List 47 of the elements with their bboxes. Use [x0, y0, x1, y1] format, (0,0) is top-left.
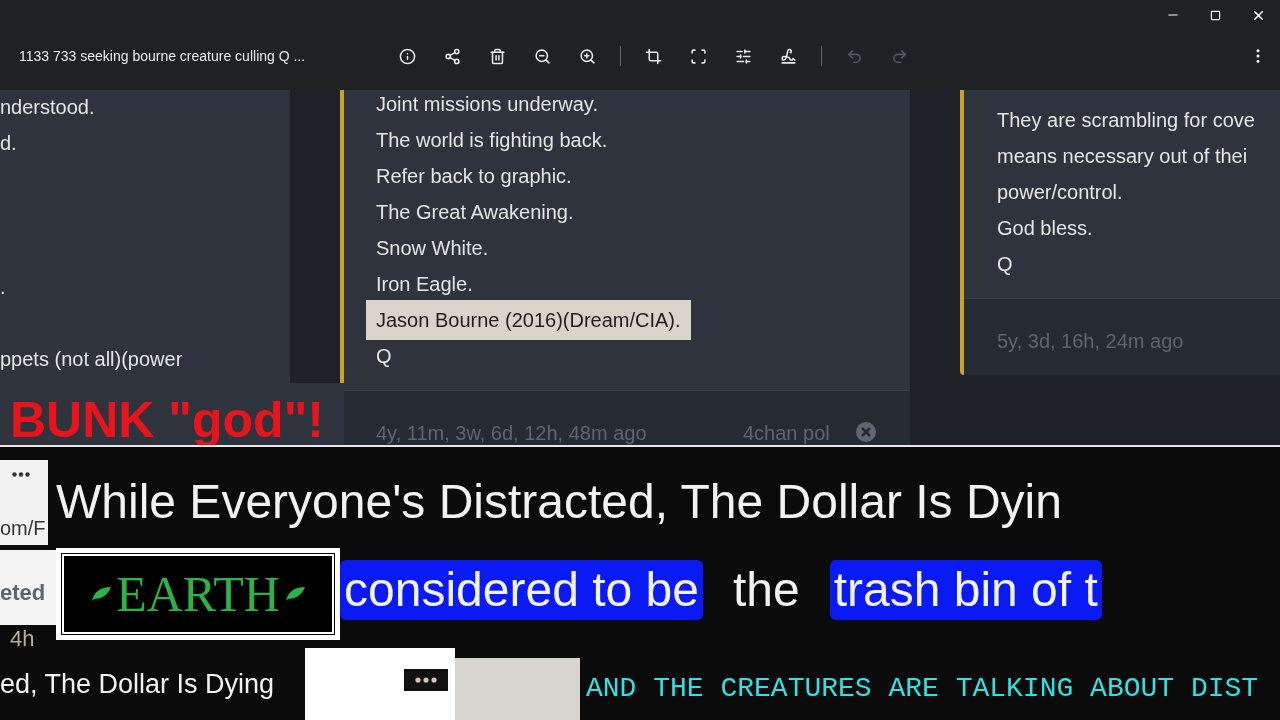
- caption-text: BUNK "god"!: [10, 391, 324, 450]
- sliders-icon[interactable]: [735, 47, 752, 65]
- label-text: eted: [0, 579, 46, 607]
- age-text: 4h: [10, 625, 35, 653]
- close-circle-icon: [855, 421, 877, 443]
- post-timestamp: 4y, 11m, 3w, 6d, 12h, 48m ago: [376, 421, 647, 446]
- trash-icon[interactable]: [489, 47, 506, 65]
- selection-icon[interactable]: [690, 47, 707, 65]
- share-icon[interactable]: [444, 47, 461, 65]
- post-text: Joint missions underway.: [376, 92, 598, 117]
- post-text: Q: [376, 344, 392, 369]
- post-text: .: [0, 275, 6, 300]
- zoom-in-icon[interactable]: [579, 47, 596, 65]
- zoom-out-icon[interactable]: [534, 47, 551, 65]
- phrase-text: the: [731, 562, 801, 618]
- post-source: 4chan pol: [743, 421, 830, 446]
- more-icon: [415, 677, 437, 683]
- earth-text: EARTH: [116, 566, 280, 622]
- post-text: They are scrambling for cove: [997, 108, 1255, 133]
- post-text: Refer back to graphic.: [376, 164, 572, 189]
- leaf-icon: [283, 586, 306, 602]
- post-timestamp: 5y, 3d, 16h, 24m ago: [997, 329, 1184, 354]
- post-text: power/control.: [997, 180, 1123, 205]
- more-icon: [12, 472, 30, 477]
- url-text: om/F: [0, 516, 46, 541]
- post-text: Q: [997, 252, 1013, 277]
- crop-icon[interactable]: [645, 47, 662, 65]
- headline-text: While Everyone's Distracted, The Dollar Is Dyin: [56, 474, 1062, 530]
- highlighted-text: Jason Bourne (2016)(Dream/CIA).: [366, 300, 691, 340]
- post-text: God bless.: [997, 216, 1093, 241]
- post-text: Snow White.: [376, 236, 489, 261]
- leaf-icon: [90, 586, 113, 602]
- highlighted-phrase: trash bin of t: [829, 560, 1102, 620]
- post-text: Iron Eagle.: [376, 272, 473, 297]
- highlighted-phrase: considered to be: [340, 560, 703, 620]
- post-text: d.: [0, 131, 17, 156]
- window-title: 1133 733 seeking bourne creature culling Q ...: [19, 46, 307, 66]
- squiggle-icon[interactable]: [780, 47, 797, 65]
- post-text: nderstood.: [0, 95, 95, 120]
- post-text: The Great Awakening.: [376, 200, 574, 225]
- headline-text: ed, The Dollar Is Dying: [0, 668, 275, 701]
- post-text: means necessary out of thei: [997, 144, 1248, 169]
- maximize-icon[interactable]: [1210, 9, 1221, 21]
- post-text: ppets (not all)(power: [0, 347, 183, 372]
- post-text: The world is fighting back.: [376, 128, 608, 153]
- caption-text: AND THE CREATURES ARE TALKING ABOUT DIST: [586, 672, 1259, 706]
- info-icon[interactable]: [399, 47, 416, 65]
